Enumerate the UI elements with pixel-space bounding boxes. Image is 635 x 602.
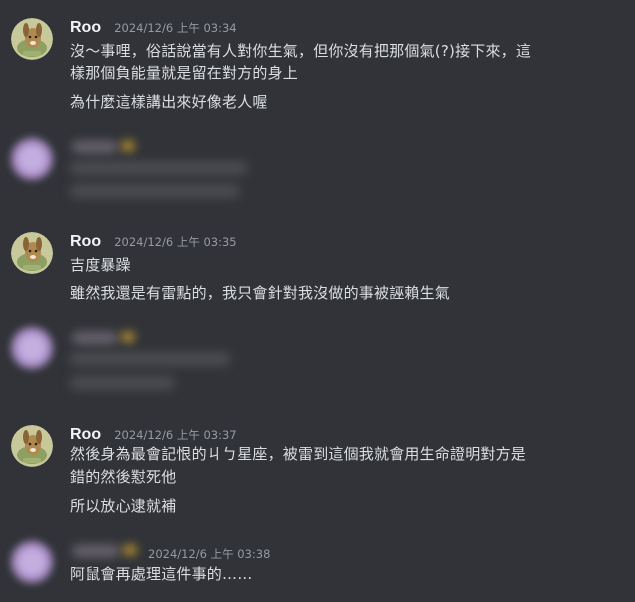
chat-message-list: Roo 2024/12/6 上午 03:34 沒～事哩，俗話說當有人對你生氣，但…	[0, 0, 635, 602]
dog-avatar-icon[interactable]	[11, 18, 53, 60]
message-line: 錯的然後懟死他	[70, 468, 177, 486]
dog-avatar-icon[interactable]	[11, 232, 53, 274]
timestamp[interactable]: 2024/12/6 上午 03:38	[148, 547, 270, 561]
message-header: Roo 2024/12/6 上午 03:35	[70, 231, 237, 253]
redacted-emoji	[122, 332, 134, 342]
timestamp[interactable]: 2024/12/6 上午 03:34	[114, 21, 236, 35]
redacted-username	[72, 141, 118, 153]
message-line: 然後身為最會記恨的ㄐㄅ星座，被雷到這個我就會用生命證明對方是	[70, 445, 527, 463]
message-line: 為什麼這樣講出來好像老人喔	[70, 93, 268, 111]
redacted-text	[70, 352, 230, 366]
message-header: Roo 2024/12/6 上午 03:34	[70, 17, 237, 39]
message-line: 樣那個負能量就是留在對方的身上	[70, 64, 299, 82]
username[interactable]: Roo	[70, 233, 101, 250]
dog-avatar-icon[interactable]	[11, 425, 53, 467]
redacted-username	[72, 332, 118, 344]
message-line: 沒～事哩，俗話說當有人對你生氣，但你沒有把那個氣(?)接下來，這	[70, 42, 532, 60]
blurred-avatar-icon[interactable]	[11, 327, 53, 369]
redacted-emoji	[122, 141, 134, 151]
message-line: 所以放心逮就補	[70, 497, 177, 515]
redacted-username	[72, 545, 120, 557]
message-line: 雖然我還是有雷點的，我只會針對我沒做的事被誣賴生氣	[70, 284, 451, 302]
redacted-text	[70, 376, 175, 390]
username[interactable]: Roo	[70, 19, 101, 36]
message-line: 阿鼠會再處理這件事的……	[70, 565, 253, 583]
username[interactable]: Roo	[70, 426, 101, 443]
redacted-emoji	[124, 545, 136, 555]
redacted-text	[70, 184, 240, 198]
blurred-avatar-icon[interactable]	[11, 541, 53, 583]
timestamp[interactable]: 2024/12/6 上午 03:35	[114, 235, 236, 249]
redacted-text	[70, 161, 248, 175]
blurred-avatar-icon[interactable]	[11, 138, 53, 180]
message-line: 吉度暴躁	[70, 256, 131, 274]
timestamp[interactable]: 2024/12/6 上午 03:37	[114, 428, 236, 442]
message-header: 2024/12/6 上午 03:38	[148, 543, 270, 565]
